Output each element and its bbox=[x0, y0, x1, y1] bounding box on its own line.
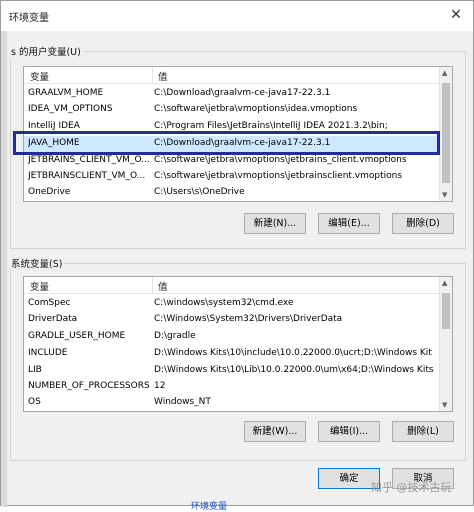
variable-name: LIB bbox=[28, 365, 42, 375]
user-new-button[interactable]: 新建(N)... bbox=[244, 213, 306, 234]
column-divider[interactable] bbox=[152, 67, 153, 83]
scrollbar-thumb[interactable] bbox=[442, 83, 450, 183]
list-item[interactable]: INCLUDE D:\Windows Kits\10\include\10.0.2… bbox=[24, 346, 440, 362]
vertical-scrollbar[interactable]: ▲ ▼ bbox=[439, 277, 452, 411]
list-item[interactable]: GRAALVM_HOME C:\Download\graalvm-ce-java1… bbox=[24, 86, 440, 102]
variable-value: D:\Windows Kits\10\include\10.0.22000.0\… bbox=[154, 348, 432, 358]
system-variables-label: 系统变量(S) bbox=[9, 256, 65, 270]
variable-value: C:\Program Files\JetBrains\IntelliJ IDEA… bbox=[154, 121, 388, 131]
variable-name: NUMBER_OF_PROCESSORS bbox=[28, 381, 150, 391]
list-header: 变量 值 bbox=[24, 67, 440, 84]
user-delete-button[interactable]: 删除(D) bbox=[392, 213, 454, 234]
close-icon[interactable]: ✕ bbox=[445, 5, 467, 25]
watermark-text: 知乎 @技术古玩 bbox=[371, 481, 452, 494]
scroll-up-arrow-icon[interactable]: ▲ bbox=[442, 279, 447, 287]
variable-name: OneDrive bbox=[28, 187, 71, 197]
list-item[interactable]: GRADLE_USER_HOME D:\gradle bbox=[24, 329, 440, 345]
list-item[interactable]: JETBRAINSCLIENT_VM_O... C:\software\jetbr… bbox=[24, 169, 440, 185]
environment-variables-dialog: 环境变量 ✕ s 的用户变量(U) 变量 值 GRAALVM_HOME C:\Do… bbox=[0, 0, 474, 512]
title-bar: 环境变量 ✕ bbox=[1, 1, 473, 31]
variable-name: JETBRAINSCLIENT_VM_O... bbox=[28, 171, 146, 181]
background-window-edge bbox=[1, 31, 7, 507]
variable-name: IDEA_VM_OPTIONS bbox=[28, 104, 113, 114]
annotation-highlight-box bbox=[13, 131, 440, 155]
list-item[interactable]: OS Windows_NT bbox=[24, 395, 440, 411]
variable-value: C:\software\jetbra\vmoptions\idea.vmopti… bbox=[154, 104, 358, 114]
variable-name: DriverData bbox=[28, 314, 78, 324]
vertical-scrollbar[interactable]: ▲ ▼ bbox=[439, 67, 452, 201]
scroll-down-arrow-icon[interactable]: ▼ bbox=[442, 191, 447, 199]
variable-value: C:\software\jetbra\vmoptions\jetbrainscl… bbox=[154, 171, 403, 181]
system-edit-button[interactable]: 编辑(I)... bbox=[318, 421, 380, 442]
variable-value: C:\Windows\System32\Drivers\DriverData bbox=[154, 314, 343, 324]
list-item[interactable]: ComSpec C:\windows\system32\cmd.exe bbox=[24, 296, 440, 312]
variable-name: OS bbox=[28, 397, 41, 407]
column-header-value[interactable]: 值 bbox=[158, 69, 168, 83]
variable-name: IntelliJ IDEA bbox=[28, 121, 80, 131]
variable-value: Windows_NT bbox=[154, 397, 211, 407]
variable-name: GRAALVM_HOME bbox=[28, 88, 104, 98]
user-variables-label: s 的用户变量(U) bbox=[9, 44, 83, 58]
variable-value: C:\Users\s\OneDrive bbox=[154, 187, 245, 197]
list-item[interactable]: OneDrive C:\Users\s\OneDrive bbox=[24, 185, 440, 201]
variable-name: INCLUDE bbox=[28, 348, 68, 358]
list-header: 变量 值 bbox=[24, 277, 440, 294]
variable-value: D:\Windows Kits\10\Lib\10.0.22000.0\um\x… bbox=[154, 365, 434, 375]
variable-value: C:\windows\system32\cmd.exe bbox=[154, 298, 294, 308]
variable-name: ComSpec bbox=[28, 298, 71, 308]
system-delete-button[interactable]: 删除(L) bbox=[392, 421, 454, 442]
list-item[interactable]: DriverData C:\Windows\System32\Drivers\Dr… bbox=[24, 312, 440, 328]
column-header-variable[interactable]: 变量 bbox=[30, 279, 49, 293]
variable-name: GRADLE_USER_HOME bbox=[28, 331, 126, 341]
scroll-up-arrow-icon[interactable]: ▲ bbox=[442, 69, 447, 77]
column-header-value[interactable]: 值 bbox=[158, 279, 168, 293]
system-new-button[interactable]: 新建(W)... bbox=[244, 421, 306, 442]
variable-name: JETBRAINS_CLIENT_VM_O... bbox=[28, 155, 150, 165]
column-header-variable[interactable]: 变量 bbox=[30, 69, 49, 83]
scrollbar-thumb[interactable] bbox=[442, 293, 450, 329]
list-item[interactable]: LIB D:\Windows Kits\10\Lib\10.0.22000.0\u… bbox=[24, 363, 440, 379]
variable-value: C:\software\jetbra\vmoptions\jetbrains_c… bbox=[154, 155, 407, 165]
list-item[interactable]: NUMBER_OF_PROCESSORS 12 bbox=[24, 379, 440, 395]
window-title: 环境变量 bbox=[9, 13, 49, 24]
scroll-down-arrow-icon[interactable]: ▼ bbox=[442, 401, 447, 409]
system-variables-list[interactable]: 变量 值 ComSpec C:\windows\system32\cmd.exe … bbox=[23, 276, 453, 412]
column-divider[interactable] bbox=[152, 277, 153, 293]
user-edit-button[interactable]: 编辑(E)... bbox=[318, 213, 380, 234]
variable-value: D:\gradle bbox=[154, 331, 196, 341]
list-item[interactable]: JETBRAINS_CLIENT_VM_O... C:\software\jetb… bbox=[24, 153, 440, 169]
list-item[interactable]: IDEA_VM_OPTIONS C:\software\jetbra\vmopti… bbox=[24, 102, 440, 118]
variable-value: 12 bbox=[154, 381, 166, 391]
variable-value: C:\Download\graalvm-ce-java17-22.3.1 bbox=[154, 88, 331, 98]
